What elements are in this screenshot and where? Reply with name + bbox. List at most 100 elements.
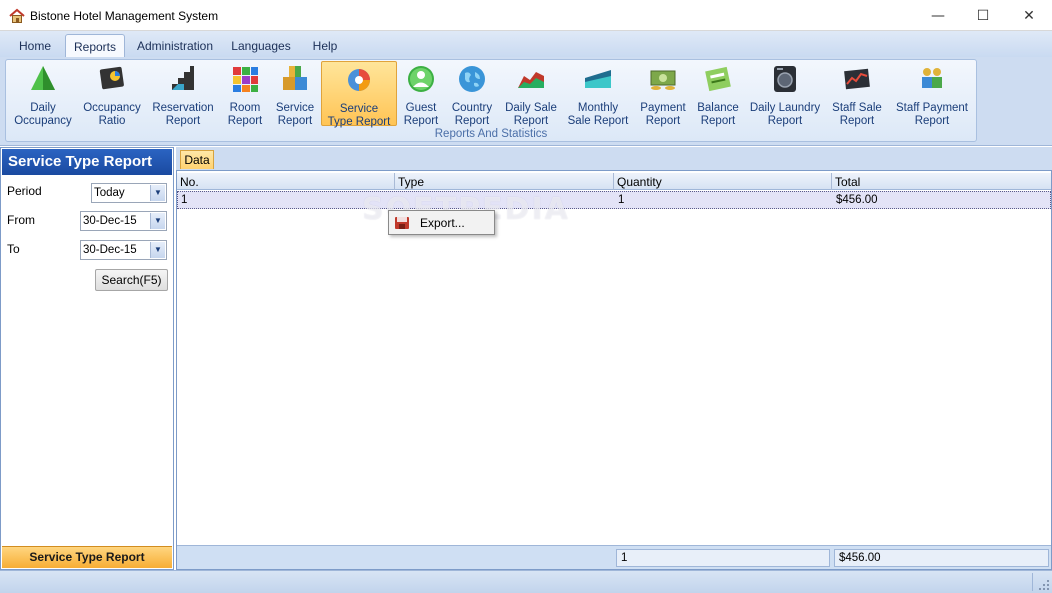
tab-languages[interactable]: Languages — [226, 34, 296, 57]
occupancy-ratio-button[interactable]: Occupancy Ratio — [80, 61, 144, 127]
house-icon — [9, 8, 25, 23]
summary-total: $456.00 — [834, 549, 1049, 567]
tab-administration[interactable]: Administration — [133, 34, 217, 57]
menu-bar: Home Reports Administration Languages He… — [0, 31, 1052, 57]
label-line2: Report — [227, 115, 263, 127]
staff-sale-report-button[interactable]: Staff Sale Report — [828, 61, 886, 127]
payment-report-button[interactable]: Payment Report — [636, 61, 690, 127]
window-title: Bistone Hotel Management System — [30, 9, 219, 23]
stock-chart-icon — [844, 68, 870, 90]
chevron-down-icon[interactable]: ▼ — [150, 185, 165, 201]
label-line2: Report — [914, 115, 950, 127]
ribbon-group-label: Reports And Statistics — [434, 128, 548, 140]
service-type-report-button[interactable]: Service Type Report — [321, 61, 397, 128]
label-line1: Reservation — [152, 102, 214, 114]
status-divider — [1032, 573, 1033, 591]
title-bar: Bistone Hotel Management System — ☐ ✕ — [0, 0, 1052, 31]
status-bar — [0, 570, 1052, 593]
cell-quantity: 1 — [618, 194, 625, 206]
country-report-button[interactable]: Country Report — [446, 61, 498, 127]
pyramid-icon — [31, 66, 55, 90]
calculator-icon — [705, 66, 731, 92]
daily-occupancy-button[interactable]: Daily Occupancy — [10, 61, 76, 127]
minimize-button[interactable]: — — [915, 0, 961, 31]
label-line1: Staff Payment — [895, 102, 969, 114]
to-label: To — [7, 242, 20, 256]
to-value: 30-Dec-15 — [83, 244, 137, 256]
room-report-button[interactable]: Room Report — [222, 61, 268, 127]
boxes-icon — [283, 66, 307, 90]
label-line1: Daily Sale — [505, 102, 557, 114]
column-header-quantity[interactable]: Quantity — [614, 173, 832, 190]
report-panel: Data No. Type Quantity Total 1 1 $456.00… — [176, 147, 1052, 570]
balance-report-button[interactable]: Balance Report — [694, 61, 742, 127]
table-row[interactable]: 1 1 $456.00 — [177, 191, 1051, 209]
close-button[interactable]: ✕ — [1006, 0, 1052, 31]
maximize-button[interactable]: ☐ — [960, 0, 1006, 31]
daily-sale-report-button[interactable]: Daily Sale Report — [502, 61, 560, 127]
tab-reports[interactable]: Reports — [65, 34, 125, 57]
label-line1: Balance — [697, 102, 739, 114]
label-line1: Daily — [30, 102, 56, 114]
label-line1: Service — [339, 103, 379, 115]
chevron-down-icon[interactable]: ▼ — [150, 213, 165, 229]
export-menu-item[interactable]: Export... — [420, 216, 465, 230]
column-header-type[interactable]: Type — [395, 173, 614, 190]
period-value: Today — [94, 187, 125, 199]
chevron-down-icon[interactable]: ▼ — [150, 242, 165, 258]
panel-footer-tab[interactable]: Service Type Report — [2, 546, 172, 568]
tab-help[interactable]: Help — [305, 34, 345, 57]
reservation-report-button[interactable]: Reservation Report — [148, 61, 218, 127]
label-line2: Report — [645, 115, 681, 127]
label-line1: Room — [229, 102, 261, 114]
ribbon-group-reports: Daily Occupancy Occupancy Ratio Reservatio… — [5, 59, 977, 142]
label-line2: Type Report — [327, 116, 391, 128]
area-chart-icon — [518, 72, 544, 88]
grid-summary-footer: 1 $456.00 — [177, 545, 1051, 569]
staff-icon — [922, 68, 942, 88]
column-header-no[interactable]: No. — [177, 173, 395, 190]
label-line1: Guest — [405, 102, 437, 114]
label-line2: Report — [454, 115, 490, 127]
cubes-icon — [233, 67, 258, 92]
tab-data[interactable]: Data — [180, 150, 214, 169]
label-line1: Occupancy — [83, 102, 141, 114]
monthly-sale-report-button[interactable]: Monthly Sale Report — [564, 61, 632, 127]
to-date-picker[interactable]: 30-Dec-15 ▼ — [80, 240, 167, 260]
from-date-picker[interactable]: 30-Dec-15 ▼ — [80, 211, 167, 231]
label-line2: Report — [839, 115, 875, 127]
report-grid: No. Type Quantity Total 1 1 $456.00 1 $4… — [176, 170, 1052, 570]
guest-icon — [408, 66, 434, 92]
panel-title: Service Type Report — [2, 149, 172, 175]
label-line2: Report — [403, 115, 439, 127]
search-button[interactable]: Search(F5) — [95, 269, 168, 291]
from-value: 30-Dec-15 — [83, 215, 137, 227]
summary-quantity: 1 — [616, 549, 830, 567]
label-line1: Daily Laundry — [749, 102, 821, 114]
label-line1: Monthly — [577, 102, 619, 114]
daily-laundry-report-button[interactable]: Daily Laundry Report — [746, 61, 824, 127]
guest-report-button[interactable]: Guest Report — [400, 61, 442, 127]
tab-home[interactable]: Home — [12, 34, 58, 57]
staff-payment-report-button[interactable]: Staff Payment Report — [890, 61, 974, 127]
period-label: Period — [7, 184, 42, 198]
label-line1: Staff Sale — [832, 102, 882, 114]
label-line2: Report — [513, 115, 549, 127]
cell-no: 1 — [181, 194, 188, 206]
service-report-button[interactable]: Service Report — [272, 61, 318, 127]
ribbon: Daily Occupancy Occupancy Ratio Reservatio… — [0, 57, 1052, 146]
label-line2: Occupancy — [14, 115, 72, 127]
label-line1: Country — [451, 102, 493, 114]
column-header-total[interactable]: Total — [832, 173, 1051, 190]
label-line1: Payment — [640, 102, 686, 114]
washer-icon — [774, 66, 796, 92]
stairs-icon — [172, 66, 194, 90]
period-select[interactable]: Today ▼ — [91, 183, 167, 203]
filter-panel: Service Type Report Period Today ▼ From … — [0, 147, 174, 570]
resize-grip-icon[interactable] — [1038, 579, 1050, 591]
money-icon — [650, 70, 676, 90]
cell-total: $456.00 — [836, 194, 878, 206]
monthly-chart-icon — [585, 70, 611, 88]
label-line1: Service — [275, 102, 315, 114]
label-line2: Report — [165, 115, 201, 127]
